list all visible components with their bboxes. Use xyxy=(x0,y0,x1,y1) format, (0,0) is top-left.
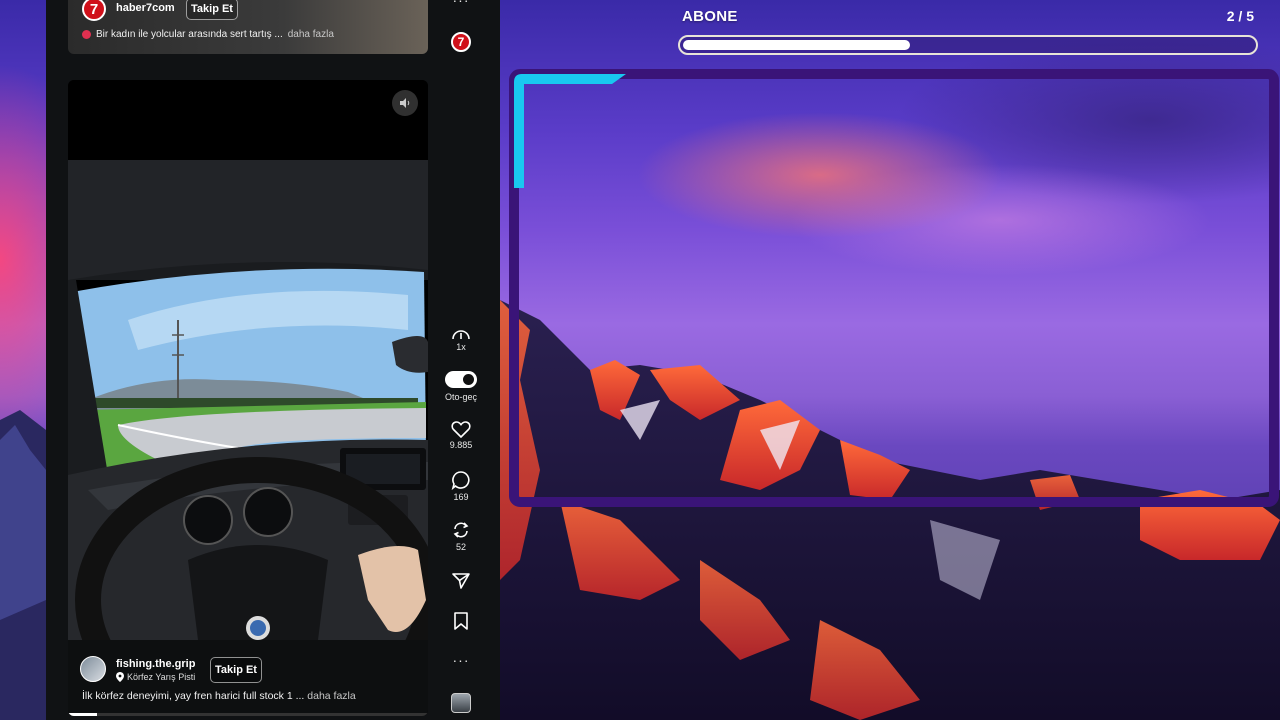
post-caption-text: Bir kadın ile yolcular arasında sert tar… xyxy=(96,29,283,40)
subscriber-goal-count: 2 / 5 xyxy=(1226,8,1254,24)
creator-username[interactable]: fishing.the.grip xyxy=(116,658,195,670)
location-text: Körfez Yarış Pisti xyxy=(127,672,196,682)
video-more-link[interactable]: daha fazla xyxy=(307,690,355,702)
follow-button[interactable]: Takip Et xyxy=(186,0,238,20)
speed-label: 1x xyxy=(456,342,466,352)
video-caption: İlk körfez deneyimi, yay fren harici ful… xyxy=(82,690,356,702)
more-icon: ··· xyxy=(452,652,470,668)
follow-creator-button[interactable]: Takip Et xyxy=(210,657,262,683)
volume-button[interactable] xyxy=(392,90,418,116)
toggle-knob xyxy=(463,374,474,385)
more-link[interactable]: daha fazla xyxy=(288,29,334,40)
send-icon xyxy=(452,573,470,589)
video-progress-fill xyxy=(68,713,97,716)
post-username[interactable]: haber7com xyxy=(116,2,175,14)
repost-count: 52 xyxy=(455,542,466,552)
channel-logo[interactable]: 7 xyxy=(451,32,471,52)
previous-post-card[interactable]: 7 haber7com Takip Et Bir kadın ile yolcu… xyxy=(68,0,428,54)
creator-avatar[interactable] xyxy=(80,656,106,682)
toggle-switch[interactable] xyxy=(445,371,477,388)
repost-icon xyxy=(453,522,469,538)
subscriber-goal-label: ABONE xyxy=(682,8,738,25)
post-location[interactable]: Körfez Yarış Pisti xyxy=(116,672,195,682)
bookmark-icon xyxy=(454,612,468,630)
post-caption: Bir kadın ile yolcular arasında sert tar… xyxy=(82,29,334,40)
autoplay-label: Oto-geç xyxy=(444,392,477,402)
playback-speed-button[interactable]: 1x xyxy=(440,326,482,352)
heart-icon xyxy=(451,421,471,438)
video-post-card[interactable]: fishing.the.grip Körfez Yarış Pisti Taki… xyxy=(68,80,428,716)
more-options-button[interactable]: ··· xyxy=(440,652,482,668)
comment-button[interactable]: 169 xyxy=(440,470,482,502)
repost-button[interactable]: 52 xyxy=(440,520,482,552)
video-post-footer: fishing.the.grip Körfez Yarış Pisti Taki… xyxy=(68,640,428,716)
speaker-icon xyxy=(400,98,410,108)
comment-icon xyxy=(451,471,470,490)
autoplay-toggle[interactable]: Oto-geç xyxy=(440,371,482,402)
like-count: 9.885 xyxy=(449,440,473,450)
red-dot-icon xyxy=(82,30,91,39)
subscriber-goal-fill xyxy=(683,40,911,50)
video-player[interactable] xyxy=(68,80,428,640)
top-more-button[interactable]: ··· xyxy=(440,0,482,8)
share-button[interactable] xyxy=(440,572,482,590)
video-caption-text: İlk körfez deneyimi, yay fren harici ful… xyxy=(82,690,305,702)
save-button[interactable] xyxy=(440,612,482,630)
next-video-thumbnail[interactable] xyxy=(451,693,471,713)
subscriber-goal-bar xyxy=(678,35,1258,55)
comment-count: 169 xyxy=(453,492,469,502)
more-icon: ··· xyxy=(452,0,470,8)
channel-avatar[interactable]: 7 xyxy=(82,0,106,21)
video-progress-track[interactable] xyxy=(68,713,428,716)
like-button[interactable]: 9.885 xyxy=(440,420,482,450)
camera-frame xyxy=(509,69,1279,507)
location-pin-icon xyxy=(116,672,124,682)
speed-icon xyxy=(452,330,470,340)
